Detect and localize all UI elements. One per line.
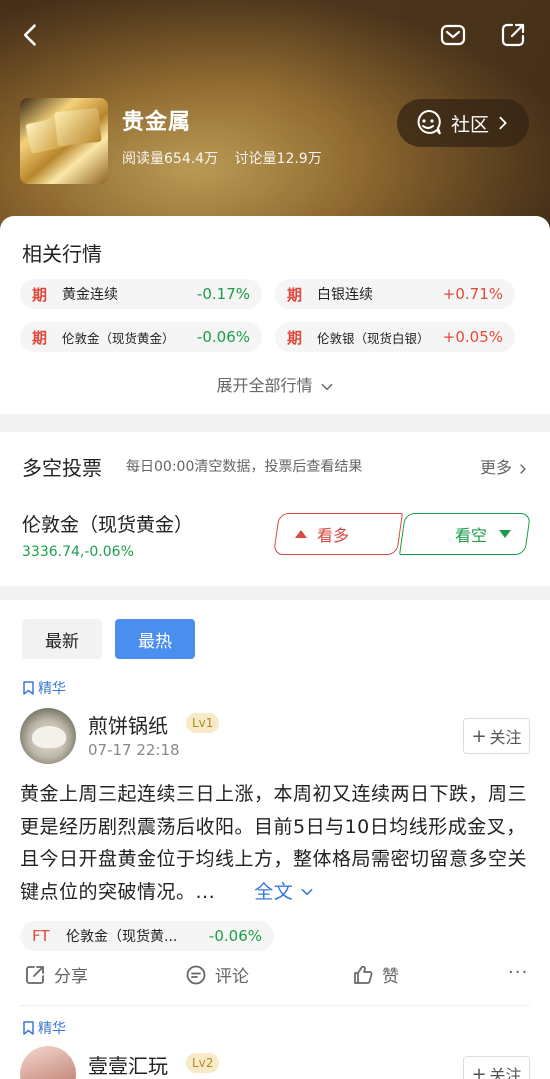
asset-name: 伦敦金（现货黄... [66, 929, 178, 945]
topic-summary: 贵金属 阅读量654.4万 讨论量12.9万 [20, 98, 334, 184]
plus-icon: + [471, 1063, 487, 1079]
quote-change: -0.06% [196, 328, 250, 346]
follow-label: 关注 [489, 1066, 522, 1079]
essence-label: 精华 [38, 1021, 66, 1037]
vote-note: 每日00:00清空数据，投票后查看结果 [126, 459, 363, 475]
share-label: 分享 [54, 967, 88, 987]
share-topic-button[interactable] [496, 18, 530, 52]
quote-name: 伦敦银（现货白银） [317, 330, 430, 346]
topic-thumbnail [20, 98, 108, 184]
bookmark-icon [23, 681, 34, 695]
more-label: 更多 [480, 458, 513, 477]
quote-name: 伦敦金（现货黄金） [62, 330, 175, 346]
vote-bull-button[interactable]: 看多 [273, 513, 403, 555]
vote-bear-button[interactable]: 看空 [399, 513, 531, 555]
community-button[interactable]: 社区 [397, 99, 529, 147]
more-options-button[interactable]: ··· [508, 962, 528, 983]
discuss-count: 讨论量12.9万 [234, 151, 322, 167]
related-quotes-card: 相关行情 期 黄金连续 -0.17% 期 白银连续 +0.71% 期 伦敦金（现… [0, 216, 550, 414]
top-bar [0, 0, 550, 72]
vote-asset-price: 3336.74,-0.06% [22, 544, 134, 560]
essence-badge: 精华 [22, 1018, 66, 1038]
quote-change: +0.05% [442, 328, 503, 346]
post-divider [20, 1005, 530, 1006]
plus-icon: + [471, 725, 487, 747]
read-count: 阅读量654.4万 [122, 151, 219, 167]
expand-label: 展开全部行情 [216, 376, 313, 395]
share-out-icon [501, 23, 525, 47]
vote-asset-name: 伦敦金（现货黄金） [22, 514, 194, 536]
post-username[interactable]: 煎饼锅纸 [88, 710, 168, 739]
chevron-down-icon [301, 888, 313, 896]
vote-more-link[interactable]: 更多 [480, 454, 529, 478]
quote-london-gold[interactable]: 期 伦敦金（现货黄金） -0.06% [20, 322, 262, 352]
comment-label: 评论 [215, 967, 249, 987]
chevron-right-icon [499, 116, 507, 130]
post-body[interactable]: 黄金上周三起连续三日上涨，本周初又连续两日下跌，周三更是经历剧烈震荡后收阳。目前… [20, 778, 530, 908]
comment-button[interactable]: 评论 [185, 962, 249, 987]
chevron-left-icon [23, 24, 36, 46]
quote-name: 白银连续 [317, 287, 373, 303]
bookmark-icon [23, 1021, 34, 1035]
back-button[interactable] [14, 18, 48, 52]
quote-silver-continuous[interactable]: 期 白银连续 +0.71% [275, 279, 515, 309]
asset-change: -0.06% [208, 927, 262, 945]
fulltext-link[interactable]: 全文 [254, 881, 314, 903]
post-actions: 分享 评论 赞 ··· [0, 962, 550, 992]
futures-tag: 期 [287, 328, 303, 347]
asset-tag: FT [32, 927, 50, 945]
post-feed: 最新 最热 精华 煎饼锅纸 Lv1 07-17 22:18 + 关注 黄金上周三… [0, 600, 550, 1079]
message-button[interactable] [436, 18, 470, 52]
vote-title: 多空投票 [22, 456, 102, 480]
like-button[interactable]: 赞 [352, 962, 399, 987]
post-time: 07-17 22:18 [88, 741, 180, 759]
futures-tag: 期 [287, 285, 303, 304]
tab-latest[interactable]: 最新 [22, 619, 102, 659]
futures-tag: 期 [32, 285, 48, 304]
like-label: 赞 [382, 967, 399, 987]
essence-label: 精华 [38, 681, 66, 697]
up-triangle-icon [295, 530, 307, 538]
down-triangle-icon [499, 530, 511, 538]
share-icon [26, 965, 44, 984]
bull-bear-vote-card: 多空投票 每日00:00清空数据，投票后查看结果 更多 伦敦金（现货黄金） 33… [0, 432, 550, 586]
follow-button[interactable]: + 关注 [463, 1056, 530, 1079]
more-dots-icon: ··· [508, 962, 529, 983]
tab-hot[interactable]: 最热 [115, 619, 195, 659]
follow-label: 关注 [489, 728, 522, 747]
chevron-right-icon [520, 463, 526, 474]
chat-smile-icon [417, 109, 441, 135]
related-asset-chip[interactable]: FT 伦敦金（现货黄... -0.06% [20, 921, 274, 951]
futures-tag: 期 [32, 328, 48, 347]
level-badge: Lv1 [186, 713, 220, 733]
quote-change: -0.17% [196, 285, 250, 303]
level-badge: Lv2 [186, 1053, 220, 1073]
avatar[interactable] [20, 708, 76, 764]
quote-name: 黄金连续 [62, 287, 118, 303]
avatar[interactable] [20, 1046, 76, 1079]
bear-label: 看空 [454, 526, 487, 545]
thumbs-up-icon [354, 965, 373, 984]
share-button[interactable]: 分享 [24, 962, 88, 987]
quote-gold-continuous[interactable]: 期 黄金连续 -0.17% [20, 279, 262, 309]
comment-icon [186, 965, 206, 984]
community-label: 社区 [451, 113, 490, 136]
quote-london-silver[interactable]: 期 伦敦银（现货白银） +0.05% [275, 322, 515, 352]
mail-icon [440, 24, 466, 46]
topic-title: 贵金属 [122, 110, 192, 135]
expand-all-quotes[interactable]: 展开全部行情 [0, 372, 550, 396]
quote-change: +0.71% [442, 285, 503, 303]
essence-badge: 精华 [22, 678, 66, 698]
fulltext-label: 全文 [254, 880, 294, 903]
related-quotes-title: 相关行情 [22, 242, 102, 266]
follow-button[interactable]: + 关注 [463, 718, 530, 754]
chevron-down-icon [321, 383, 332, 390]
bull-label: 看多 [317, 526, 350, 545]
post-username[interactable]: 壹壹汇玩 [88, 1050, 168, 1079]
